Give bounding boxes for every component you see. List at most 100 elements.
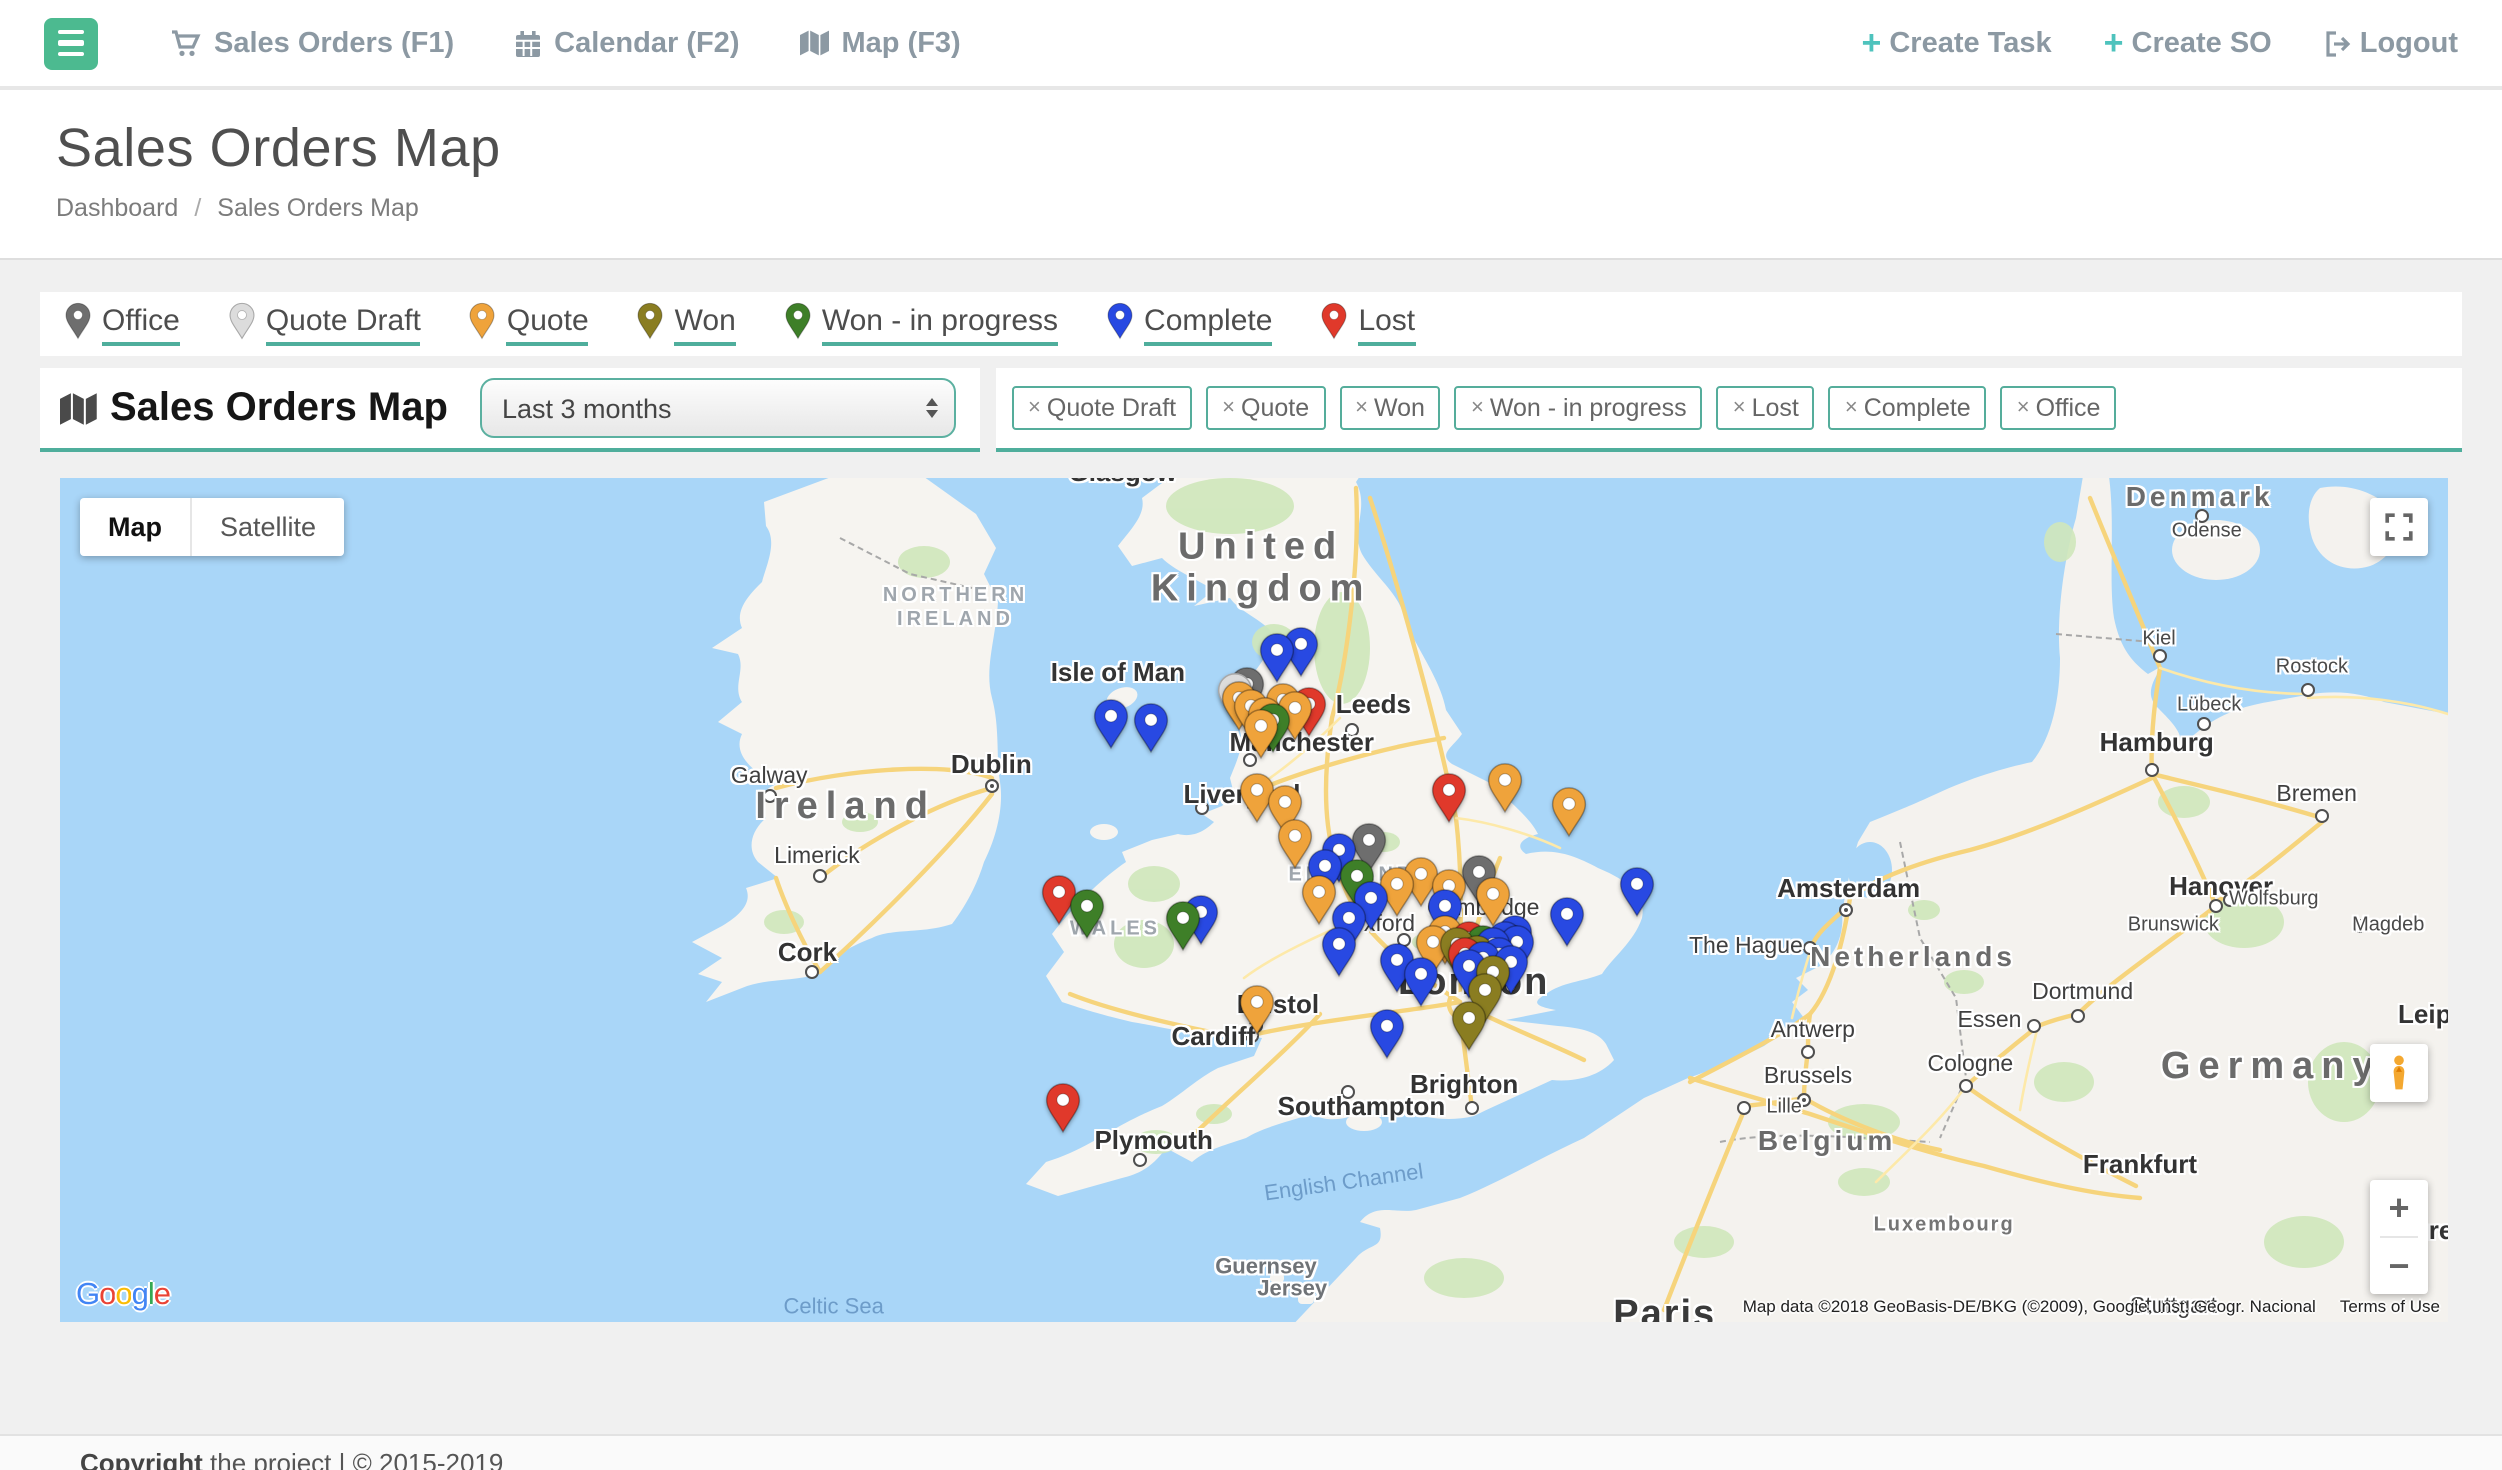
select-arrows-icon bbox=[926, 398, 938, 418]
filter-tag-complete[interactable]: ×Complete bbox=[1829, 386, 1987, 430]
map-pin-icon bbox=[784, 302, 812, 340]
legend-item-won_progress[interactable]: Won - in progress bbox=[784, 302, 1058, 346]
order-marker-quote[interactable] bbox=[1486, 761, 1524, 823]
order-marker-won_progress[interactable] bbox=[1163, 900, 1201, 962]
google-map[interactable]: GlasgowUnited KingdomNORTHERN IRELANDIsl… bbox=[60, 478, 2448, 1322]
order-marker-complete[interactable] bbox=[1321, 926, 1359, 988]
footer-copyright: Copyright bbox=[80, 1448, 203, 1470]
order-marker-complete[interactable] bbox=[1402, 957, 1440, 1019]
footer: Copyright the project | © 2015-2019 bbox=[0, 1434, 2502, 1470]
order-marker-complete[interactable] bbox=[1369, 1008, 1407, 1070]
filter-tag-quote-draft[interactable]: ×Quote Draft bbox=[1012, 386, 1192, 430]
legend-item-quote[interactable]: Quote bbox=[469, 302, 589, 346]
map-pin-icon bbox=[1044, 1082, 1082, 1134]
city-dot bbox=[1801, 1044, 1815, 1058]
filter-tag-won-in-progress[interactable]: ×Won - in progress bbox=[1455, 386, 1703, 430]
page-title: Sales Orders Map bbox=[56, 118, 2446, 180]
legend-item-lost[interactable]: Lost bbox=[1320, 302, 1415, 346]
zoom-in-button[interactable]: + bbox=[2370, 1180, 2428, 1236]
city-dot bbox=[2224, 894, 2238, 908]
filter-tag-office[interactable]: ×Office bbox=[2001, 386, 2117, 430]
terms-of-use-link[interactable]: Terms of Use bbox=[2340, 1296, 2440, 1316]
city-dot bbox=[805, 966, 819, 980]
city-dot bbox=[1194, 802, 1208, 816]
breadcrumb-separator: / bbox=[194, 194, 201, 222]
create-task-button[interactable]: + Create Task bbox=[1861, 26, 2051, 60]
create-task-label: Create Task bbox=[1889, 27, 2051, 59]
map-icon bbox=[800, 30, 830, 56]
city-dot bbox=[2300, 683, 2314, 697]
toolbar-left: Sales Orders Map Last 3 months bbox=[40, 368, 980, 452]
period-select[interactable]: Last 3 months bbox=[480, 378, 956, 438]
attribution-text: Map data ©2018 GeoBasis-DE/BKG (©2009), … bbox=[1743, 1296, 2316, 1316]
order-marker-quote[interactable] bbox=[1237, 985, 1275, 1047]
order-marker-won[interactable] bbox=[1450, 1001, 1488, 1063]
order-marker-complete[interactable] bbox=[1132, 702, 1170, 764]
order-marker-won_progress[interactable] bbox=[1068, 888, 1106, 950]
nav-map[interactable]: Map (F3) bbox=[800, 27, 961, 59]
map-attribution: Map data ©2018 GeoBasis-DE/BKG (©2009), … bbox=[1743, 1296, 2440, 1316]
fullscreen-button[interactable] bbox=[2370, 498, 2428, 556]
city-dot bbox=[2028, 1019, 2042, 1033]
remove-tag-icon[interactable]: × bbox=[1845, 396, 1858, 420]
app-page: Sales Orders (F1) Calendar (F2) Map (F3)… bbox=[0, 0, 2502, 1470]
remove-tag-icon[interactable]: × bbox=[1222, 396, 1235, 420]
order-marker-complete[interactable] bbox=[1548, 896, 1586, 958]
pegman-button[interactable] bbox=[2370, 1044, 2428, 1102]
breadcrumb-current: Sales Orders Map bbox=[217, 194, 418, 222]
legend-item-won[interactable]: Won bbox=[637, 302, 736, 346]
map-pin-icon bbox=[469, 302, 497, 340]
map-pin-icon bbox=[1369, 1008, 1407, 1060]
plus-icon: + bbox=[2104, 26, 2124, 60]
legend-label: Quote bbox=[507, 304, 589, 346]
legend-item-office[interactable]: Office bbox=[64, 302, 180, 346]
map-pin-icon bbox=[1550, 786, 1588, 838]
filter-tag-quote[interactable]: ×Quote bbox=[1206, 386, 1325, 430]
nav-sales-orders-label: Sales Orders (F1) bbox=[214, 27, 454, 59]
google-logo[interactable]: Google bbox=[76, 1278, 170, 1314]
legend-label: Complete bbox=[1144, 304, 1272, 346]
order-marker-lost[interactable] bbox=[1044, 1082, 1082, 1144]
map-pin-icon bbox=[64, 302, 92, 340]
legend-item-quote_draft[interactable]: Quote Draft bbox=[228, 302, 421, 346]
filter-tag-label: Won - in progress bbox=[1490, 394, 1687, 422]
nav-calendar[interactable]: Calendar (F2) bbox=[514, 27, 739, 59]
page-header: Sales Orders Map Dashboard / Sales Order… bbox=[0, 90, 2502, 260]
hamburger-menu-button[interactable] bbox=[44, 17, 98, 69]
breadcrumb-dashboard[interactable]: Dashboard bbox=[56, 194, 178, 222]
city-dot bbox=[2209, 900, 2223, 914]
nav-sales-orders[interactable]: Sales Orders (F1) bbox=[170, 27, 454, 59]
nav-map-label: Map (F3) bbox=[842, 27, 961, 59]
nav-calendar-label: Calendar (F2) bbox=[554, 27, 739, 59]
zoom-out-button[interactable]: − bbox=[2370, 1238, 2428, 1294]
content: Office Quote Draft Quote Won Won - in pr… bbox=[0, 260, 2502, 1322]
filter-tag-lost[interactable]: ×Lost bbox=[1717, 386, 1815, 430]
order-marker-complete[interactable] bbox=[1617, 867, 1655, 929]
create-so-button[interactable]: + Create SO bbox=[2104, 26, 2272, 60]
remove-tag-icon[interactable]: × bbox=[1471, 396, 1484, 420]
map-type-satellite-button[interactable]: Satellite bbox=[190, 498, 344, 556]
map-pin-icon bbox=[1320, 302, 1348, 340]
hamburger-icon bbox=[58, 30, 84, 35]
city-dot bbox=[2195, 510, 2209, 524]
city-dot bbox=[2145, 763, 2159, 777]
order-marker-lost[interactable] bbox=[1431, 772, 1469, 834]
logout-button[interactable]: Logout bbox=[2324, 27, 2458, 59]
map-type-map-button[interactable]: Map bbox=[80, 498, 190, 556]
top-navbar: Sales Orders (F1) Calendar (F2) Map (F3)… bbox=[0, 0, 2502, 90]
map-canvas bbox=[60, 478, 2448, 1322]
order-marker-quote[interactable] bbox=[1242, 709, 1280, 771]
order-marker-quote[interactable] bbox=[1550, 786, 1588, 848]
remove-tag-icon[interactable]: × bbox=[2017, 396, 2030, 420]
remove-tag-icon[interactable]: × bbox=[1028, 396, 1041, 420]
remove-tag-icon[interactable]: × bbox=[1355, 396, 1368, 420]
remove-tag-icon[interactable]: × bbox=[1733, 396, 1746, 420]
order-marker-complete[interactable] bbox=[1092, 698, 1130, 760]
city-dot bbox=[1796, 1092, 1810, 1106]
fullscreen-icon bbox=[2384, 512, 2414, 542]
cart-icon bbox=[170, 29, 202, 57]
legend-item-complete[interactable]: Complete bbox=[1106, 302, 1272, 346]
map-pin-icon bbox=[1431, 772, 1469, 824]
create-so-label: Create SO bbox=[2132, 27, 2272, 59]
filter-tag-won[interactable]: ×Won bbox=[1339, 386, 1441, 430]
